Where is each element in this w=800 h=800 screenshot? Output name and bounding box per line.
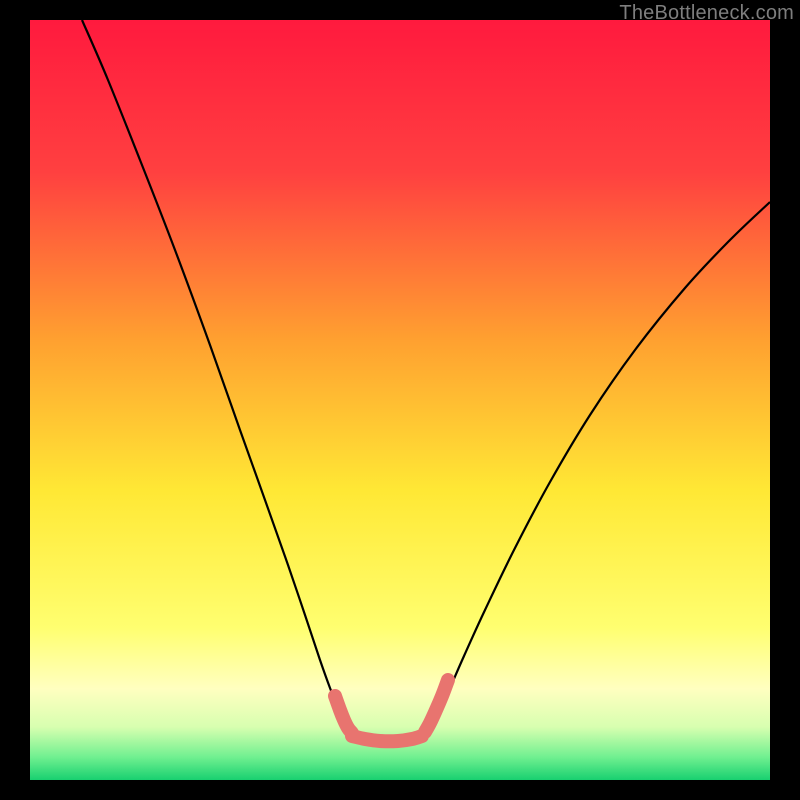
watermark-label: TheBottleneck.com: [619, 2, 794, 25]
series-highlight-valley-floor: [352, 736, 422, 741]
chart-svg: [30, 20, 770, 780]
gradient-background: [30, 20, 770, 780]
plot-area: [30, 20, 770, 780]
chart-frame: TheBottleneck.com: [0, 0, 800, 800]
